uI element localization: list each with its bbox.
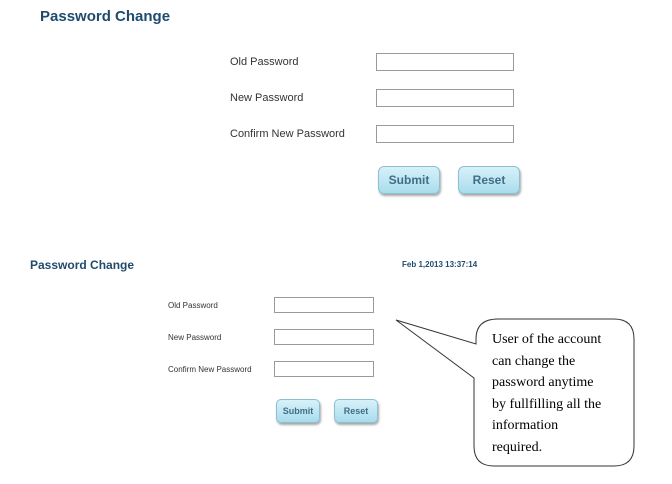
callout-text: User of the account can change the passw… <box>492 329 626 458</box>
callout-line: password anytime <box>492 375 594 390</box>
callout-line: by fullfilling all the <box>492 396 602 412</box>
callout-line: information <box>492 418 559 433</box>
callout-line: required. <box>492 439 543 455</box>
callout-line: User of the account <box>492 332 602 347</box>
callout-line: can change the <box>492 353 576 369</box>
